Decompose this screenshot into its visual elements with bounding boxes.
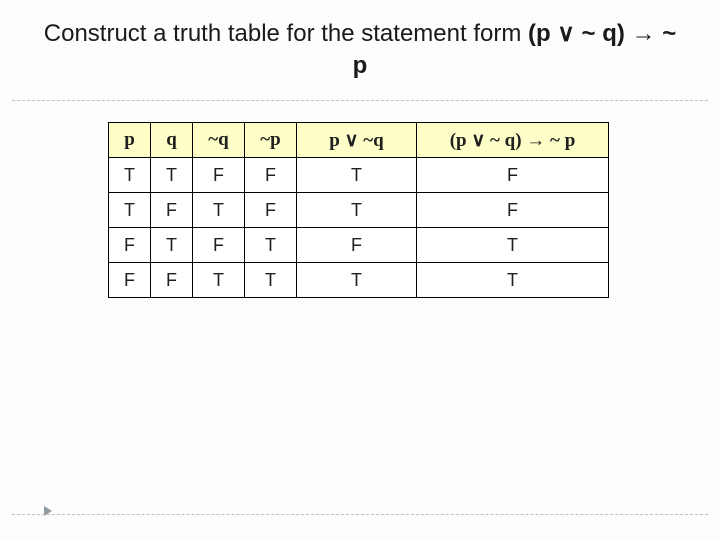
cell: T — [245, 263, 297, 298]
cell: T — [245, 228, 297, 263]
col-header: p ∨ ~q — [297, 123, 417, 158]
table-row: F T F T F T — [109, 228, 609, 263]
cell: F — [245, 193, 297, 228]
col-header: q — [151, 123, 193, 158]
cell: T — [109, 193, 151, 228]
title-prefix: Construct a truth table for the statemen… — [44, 20, 528, 47]
col-header: ~p — [245, 123, 297, 158]
table-header-row: p q ~q ~p p ∨ ~q (p ∨ ~ q) → ~ p — [109, 123, 609, 158]
cell: F — [245, 158, 297, 193]
cell: F — [193, 228, 245, 263]
divider-top — [12, 100, 708, 101]
cell: F — [151, 193, 193, 228]
truth-table: p q ~q ~p p ∨ ~q (p ∨ ~ q) → ~ p T T F F… — [108, 122, 609, 298]
divider-bottom — [12, 514, 708, 515]
cell: T — [297, 158, 417, 193]
slide-title: Construct a truth table for the statemen… — [40, 18, 680, 83]
table-row: T F T F T F — [109, 193, 609, 228]
cell: T — [151, 158, 193, 193]
truth-table-container: p q ~q ~p p ∨ ~q (p ∨ ~ q) → ~ p T T F F… — [108, 122, 608, 298]
slide: Construct a truth table for the statemen… — [0, 0, 720, 540]
cell: T — [193, 263, 245, 298]
cell: F — [109, 228, 151, 263]
cell: T — [109, 158, 151, 193]
col-header: ~q — [193, 123, 245, 158]
cell: T — [417, 263, 609, 298]
cell: F — [109, 263, 151, 298]
cell: F — [417, 193, 609, 228]
cell: F — [417, 158, 609, 193]
cell: T — [417, 228, 609, 263]
table-row: F F T T T T — [109, 263, 609, 298]
cell: T — [151, 228, 193, 263]
col-header: p — [109, 123, 151, 158]
cell: T — [297, 263, 417, 298]
cell: F — [151, 263, 193, 298]
cell: F — [193, 158, 245, 193]
col-header: (p ∨ ~ q) → ~ p — [417, 123, 609, 158]
table-row: T T F F T F — [109, 158, 609, 193]
cell: F — [297, 228, 417, 263]
cell: T — [297, 193, 417, 228]
cell: T — [193, 193, 245, 228]
